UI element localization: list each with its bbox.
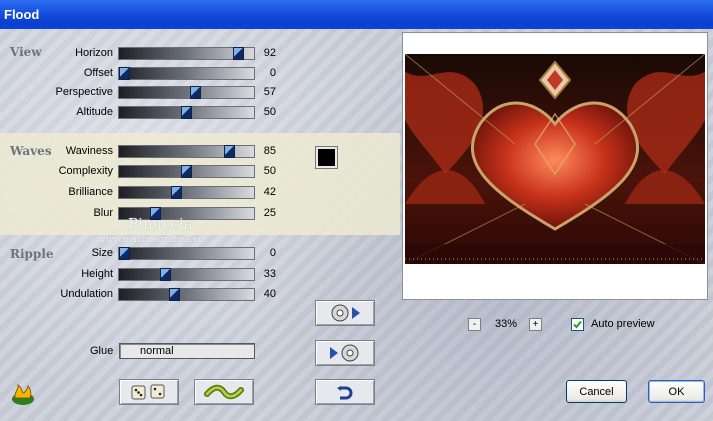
glue-select[interactable]: normal bbox=[119, 343, 255, 359]
waviness-value: 85 bbox=[263, 145, 276, 157]
offset-label: Offset bbox=[83, 67, 113, 79]
checkmark-icon bbox=[573, 320, 582, 329]
size-slider[interactable] bbox=[118, 247, 255, 260]
undulation-value: 40 bbox=[263, 288, 276, 300]
horizon-label: Horizon bbox=[75, 47, 113, 59]
complexity-label: Complexity bbox=[58, 165, 113, 177]
wave-preview-button[interactable] bbox=[194, 379, 254, 405]
height-label: Height bbox=[81, 268, 113, 280]
perspective-slider[interactable] bbox=[118, 86, 255, 99]
perspective-label: Perspective bbox=[55, 86, 113, 98]
glue-label: Glue bbox=[90, 345, 114, 357]
slider-thumb[interactable] bbox=[181, 106, 192, 119]
size-value: 0 bbox=[269, 247, 276, 259]
slider-thumb[interactable] bbox=[119, 67, 130, 80]
height-value: 33 bbox=[263, 268, 276, 280]
wave-color-swatch[interactable] bbox=[315, 146, 338, 169]
undulation-label: Undulation bbox=[60, 288, 113, 300]
slider-thumb[interactable] bbox=[190, 86, 201, 99]
preview-image[interactable] bbox=[405, 54, 705, 264]
slider-thumb[interactable] bbox=[169, 288, 180, 301]
save-preset-button[interactable] bbox=[315, 340, 375, 366]
window-title: Flood bbox=[4, 7, 40, 22]
flame-logo-icon bbox=[12, 384, 34, 405]
altitude-slider[interactable] bbox=[118, 106, 255, 119]
auto-preview-label: Auto preview bbox=[591, 318, 655, 330]
slider-thumb[interactable] bbox=[160, 268, 171, 281]
watermark-url: www.maidiregrafica.eu bbox=[98, 235, 204, 245]
blur-label: Blur bbox=[93, 207, 113, 219]
brilliance-slider[interactable] bbox=[118, 186, 255, 199]
auto-preview-checkbox[interactable] bbox=[571, 318, 584, 331]
cancel-button[interactable]: Cancel bbox=[566, 380, 627, 403]
blur-value: 25 bbox=[263, 207, 276, 219]
slider-thumb[interactable] bbox=[119, 247, 130, 260]
load-preset-button[interactable] bbox=[315, 300, 375, 326]
waviness-slider[interactable] bbox=[118, 145, 255, 158]
height-slider[interactable] bbox=[118, 268, 255, 281]
altitude-label: Altitude bbox=[76, 106, 113, 118]
brilliance-value: 42 bbox=[263, 186, 276, 198]
watermark-name: Pinuccia bbox=[128, 215, 193, 233]
zoom-out-button[interactable]: - bbox=[468, 318, 481, 331]
undo-arrow-icon bbox=[337, 386, 353, 400]
slider-thumb[interactable] bbox=[181, 165, 192, 178]
perspective-value: 57 bbox=[263, 86, 276, 98]
offset-slider[interactable] bbox=[118, 67, 255, 80]
dice-icon bbox=[131, 384, 165, 400]
zoom-in-button[interactable]: + bbox=[529, 318, 542, 331]
slider-thumb[interactable] bbox=[171, 186, 182, 199]
disc-arrow-icon bbox=[331, 304, 360, 322]
size-label: Size bbox=[91, 247, 113, 259]
arrow-disc-icon bbox=[330, 344, 359, 362]
undulation-slider[interactable] bbox=[118, 288, 255, 301]
wave-icon bbox=[204, 384, 244, 400]
randomize-button[interactable] bbox=[119, 379, 179, 405]
horizon-slider[interactable] bbox=[118, 47, 255, 60]
brilliance-label: Brilliance bbox=[68, 186, 113, 198]
reset-button[interactable] bbox=[315, 379, 375, 405]
preview-render bbox=[405, 54, 705, 264]
app-logo bbox=[10, 384, 36, 409]
horizon-value: 92 bbox=[263, 47, 276, 59]
ok-button[interactable]: OK bbox=[648, 380, 705, 403]
complexity-slider[interactable] bbox=[118, 165, 255, 178]
waviness-label: Waviness bbox=[65, 145, 113, 157]
slider-thumb[interactable] bbox=[233, 47, 244, 60]
zoom-level: 33% bbox=[495, 318, 518, 330]
offset-value: 0 bbox=[269, 67, 276, 79]
slider-thumb[interactable] bbox=[224, 145, 235, 158]
complexity-value: 50 bbox=[263, 165, 276, 177]
title-bar[interactable]: Flood bbox=[0, 0, 713, 29]
altitude-value: 50 bbox=[263, 106, 276, 118]
